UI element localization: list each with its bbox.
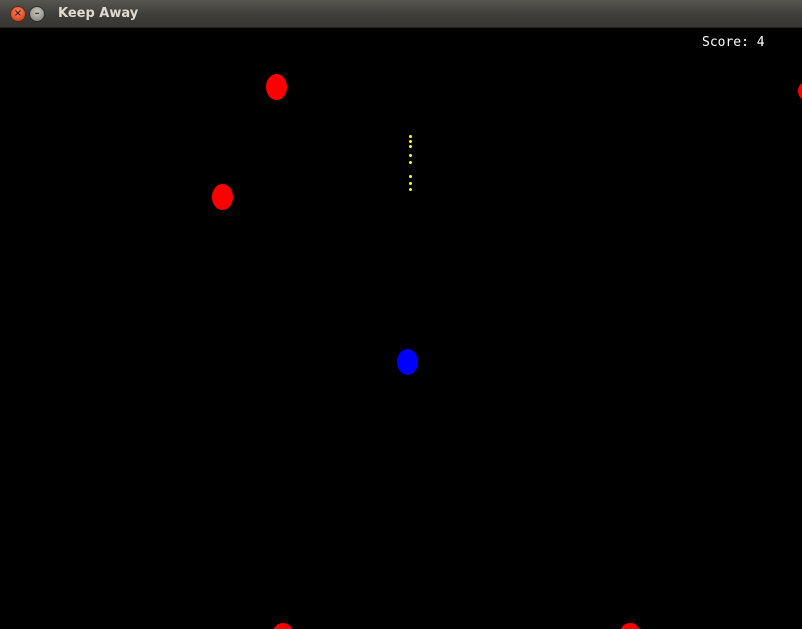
game-window: × – Keep Away Score: 4 [0, 0, 802, 629]
bullet [409, 145, 412, 148]
title-bar: × – Keep Away [0, 0, 802, 28]
enemy-ball [212, 184, 233, 210]
bullet [409, 188, 412, 191]
player-ball[interactable] [397, 349, 418, 375]
enemy-ball [620, 623, 640, 629]
enemy-ball [273, 623, 293, 629]
window-title: Keep Away [58, 6, 139, 21]
bullet [409, 182, 412, 185]
bullet [409, 175, 412, 178]
bullet [409, 140, 412, 143]
enemy-ball [798, 81, 802, 101]
close-button[interactable]: × [10, 6, 26, 22]
enemy-ball [266, 74, 287, 100]
score-display: Score: 4 [702, 35, 765, 50]
bullet [409, 161, 412, 164]
minimize-button[interactable]: – [29, 6, 45, 22]
game-canvas[interactable]: Score: 4 [1, 28, 802, 629]
bullet [409, 135, 412, 138]
minimize-icon: – [34, 8, 40, 19]
bullet [409, 154, 412, 157]
close-icon: × [13, 8, 23, 19]
